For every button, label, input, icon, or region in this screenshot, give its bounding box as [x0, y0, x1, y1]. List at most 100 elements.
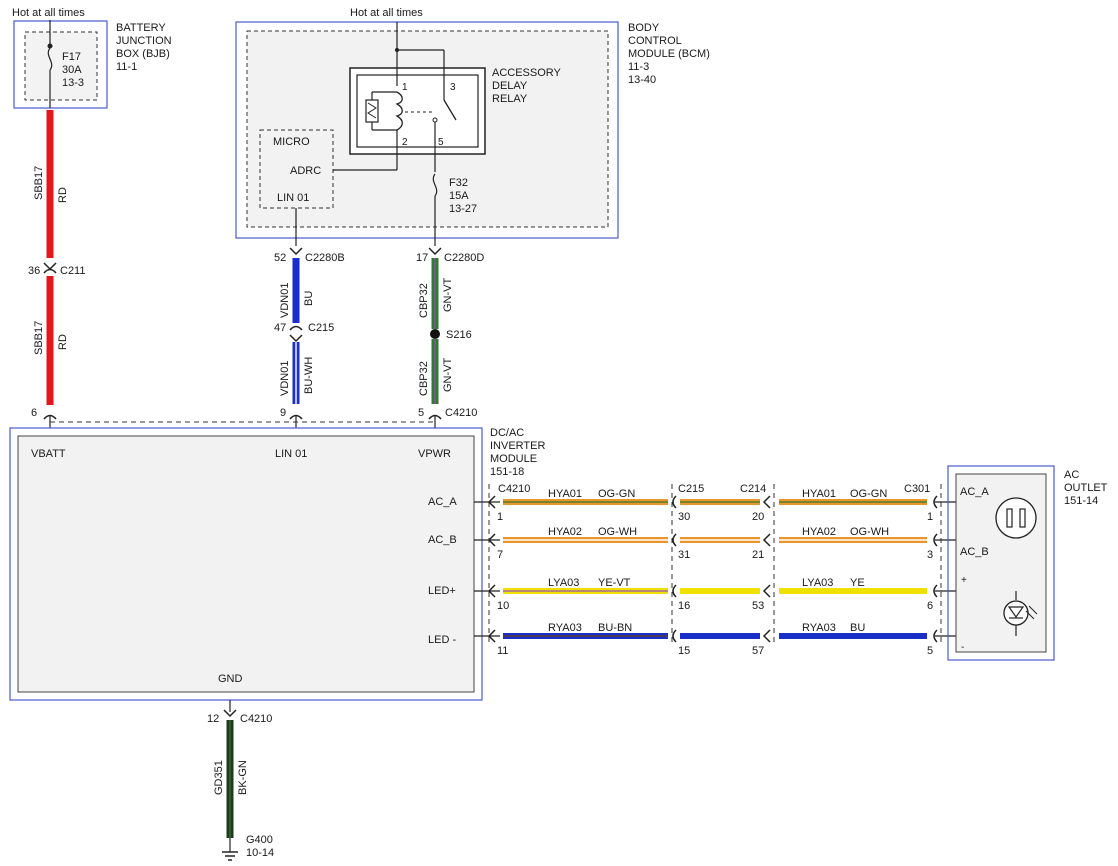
- row2-circuit-a: HYA02: [548, 526, 582, 538]
- vbatt-pin: 6: [31, 407, 37, 419]
- row1-pin-c4210: 1: [497, 511, 503, 523]
- wire-sbb17-lower-circuit: SBB17: [33, 321, 45, 355]
- row3-pin-c4210: 10: [497, 600, 509, 612]
- row2-pin-c215: 31: [678, 549, 690, 561]
- ac-outlet-title-1: AC: [1064, 469, 1079, 481]
- c2280b-pin: 52: [274, 252, 286, 264]
- row1-circuit-b: HYA01: [802, 488, 836, 500]
- row2-color-b: OG-WH: [850, 526, 889, 538]
- row2-pin-c214: 21: [752, 549, 764, 561]
- row4-pin-c4210: 11: [497, 645, 508, 657]
- outlet-socket-icon: [995, 497, 1037, 539]
- inverter-pin-vbatt: VBATT: [31, 448, 66, 460]
- relay-pin-2: 2: [402, 137, 408, 148]
- wire-gd351-color: BK-GN: [237, 760, 249, 795]
- row3-circuit-b: LYA03: [802, 577, 833, 589]
- c4210-vpwr-pin: 5: [418, 407, 424, 419]
- bcm-lin-label: LIN 01: [277, 192, 309, 204]
- c2280d-pin: 17: [416, 252, 428, 264]
- c4210-gnd-pin: 12: [207, 713, 219, 725]
- harness-c214-name: C214: [740, 483, 766, 495]
- connector-c215-lin-icon: [289, 325, 303, 331]
- fuse-f32-ref: 13-27: [449, 203, 477, 215]
- micro-label: MICRO: [273, 136, 310, 148]
- bjb-title-4: 11-1: [116, 61, 137, 73]
- row2-pin-c4210: 7: [497, 549, 503, 561]
- ac-outlet-title-2: OUTLET: [1064, 482, 1108, 494]
- adrc-label: ADRC: [290, 165, 321, 177]
- row4-color-b: BU: [850, 622, 865, 634]
- ground-ref: 10-14: [246, 847, 274, 859]
- wire-cbp32-upper-color: GN-VT: [442, 278, 454, 313]
- c215-lin-name: C215: [308, 322, 334, 334]
- harness-c4210-name: C4210: [498, 483, 530, 495]
- inverter-pin-ac-a: AC_A: [428, 496, 457, 508]
- row1-pin-c215: 30: [678, 511, 690, 523]
- row1-pin-c301: 1: [927, 511, 933, 523]
- wire-vdn01-lower-circuit: VDN01: [279, 361, 291, 396]
- row4-circuit-a: RYA03: [548, 622, 582, 634]
- inverter-title-2: INVERTER: [490, 440, 545, 452]
- row3-pin-c214: 53: [752, 600, 764, 612]
- inverter-pin-led-neg: LED -: [428, 634, 456, 646]
- bjb-title-2: JUNCTION: [116, 35, 172, 47]
- wire-vdn01-upper-circuit: VDN01: [279, 283, 291, 318]
- row3-color-b: YE: [850, 577, 865, 589]
- bcm-title-1: BODY: [628, 22, 660, 34]
- inverter-pin-lin: LIN 01: [275, 448, 307, 460]
- row4-pin-c214: 57: [752, 645, 764, 657]
- harness-c215-name: C215: [678, 483, 704, 495]
- ac-outlet-ac-a: AC_A: [960, 486, 989, 498]
- wire-sbb17-upper-circuit: SBB17: [33, 166, 45, 200]
- s216-name: S216: [446, 329, 472, 341]
- row2-color-a: OG-WH: [598, 526, 637, 538]
- c215-lin-pin: 47: [274, 322, 286, 334]
- c4210-lin-pin: 9: [280, 407, 286, 419]
- inverter-pin-gnd: GND: [218, 673, 243, 685]
- bjb-hot-label: Hot at all times: [12, 7, 85, 19]
- relay-title-1: ACCESSORY: [492, 67, 562, 79]
- bjb-title-1: BATTERY: [116, 22, 166, 34]
- bjb-inner-box: [24, 31, 98, 101]
- c2280b-name: C2280B: [305, 252, 345, 264]
- connector-c2280b-icon: [289, 247, 303, 256]
- bcm-title-3: MODULE (BCM): [628, 48, 710, 60]
- row3-color-a: YE-VT: [598, 577, 631, 589]
- inverter-inner-box: [17, 435, 475, 693]
- c4210-vpwr-name: C4210: [445, 407, 477, 419]
- harness-c301-name: C301: [904, 483, 930, 495]
- c211-pin: 36: [28, 265, 40, 277]
- inverter-pin-ac-b: AC_B: [428, 534, 457, 546]
- connector-c2280d-icon: [428, 247, 442, 256]
- wire-sbb17-lower-color: RD: [57, 334, 69, 350]
- row1-color-b: OG-GN: [850, 488, 887, 500]
- wire-sbb17-upper-color: RD: [57, 187, 69, 203]
- wire-vdn01-lower-color: BU-WH: [303, 357, 315, 394]
- ac-outlet-ac-b: AC_B: [960, 546, 989, 558]
- connector-c211-icon: [43, 262, 57, 271]
- row3-pin-c215: 16: [678, 600, 690, 612]
- bcm-hot-label: Hot at all times: [350, 7, 423, 19]
- c2280d-name: C2280D: [444, 252, 484, 264]
- fuse-f32-label: F32: [449, 177, 468, 189]
- ac-outlet-inner-box: [955, 473, 1047, 653]
- fuse-f17-label: F17: [62, 51, 81, 63]
- c211-name: C211: [60, 265, 85, 277]
- c4210-gnd-name: C4210: [240, 713, 272, 725]
- row2-pin-c301: 3: [927, 549, 933, 561]
- fuse-f17-rating: 30A: [62, 64, 82, 76]
- row1-color-a: OG-GN: [598, 488, 635, 500]
- relay-pin-3: 3: [450, 82, 456, 93]
- row4-pin-c301: 5: [927, 645, 933, 657]
- ac-outlet-plus: +: [961, 575, 967, 586]
- splice-s216-icon: [430, 329, 440, 339]
- bcm-title-5: 13-40: [628, 74, 656, 86]
- row4-circuit-b: RYA03: [802, 622, 836, 634]
- inverter-pin-led-pos: LED+: [428, 585, 456, 597]
- row4-color-a: BU-BN: [598, 622, 632, 634]
- relay-title-2: DELAY: [492, 80, 528, 92]
- bcm-title-4: 11-3: [628, 61, 649, 73]
- ac-outlet-title-3: 151-14: [1064, 495, 1098, 507]
- wire-cbp32-lower-color: GN-VT: [442, 358, 454, 393]
- inverter-title-1: DC/AC: [490, 427, 524, 439]
